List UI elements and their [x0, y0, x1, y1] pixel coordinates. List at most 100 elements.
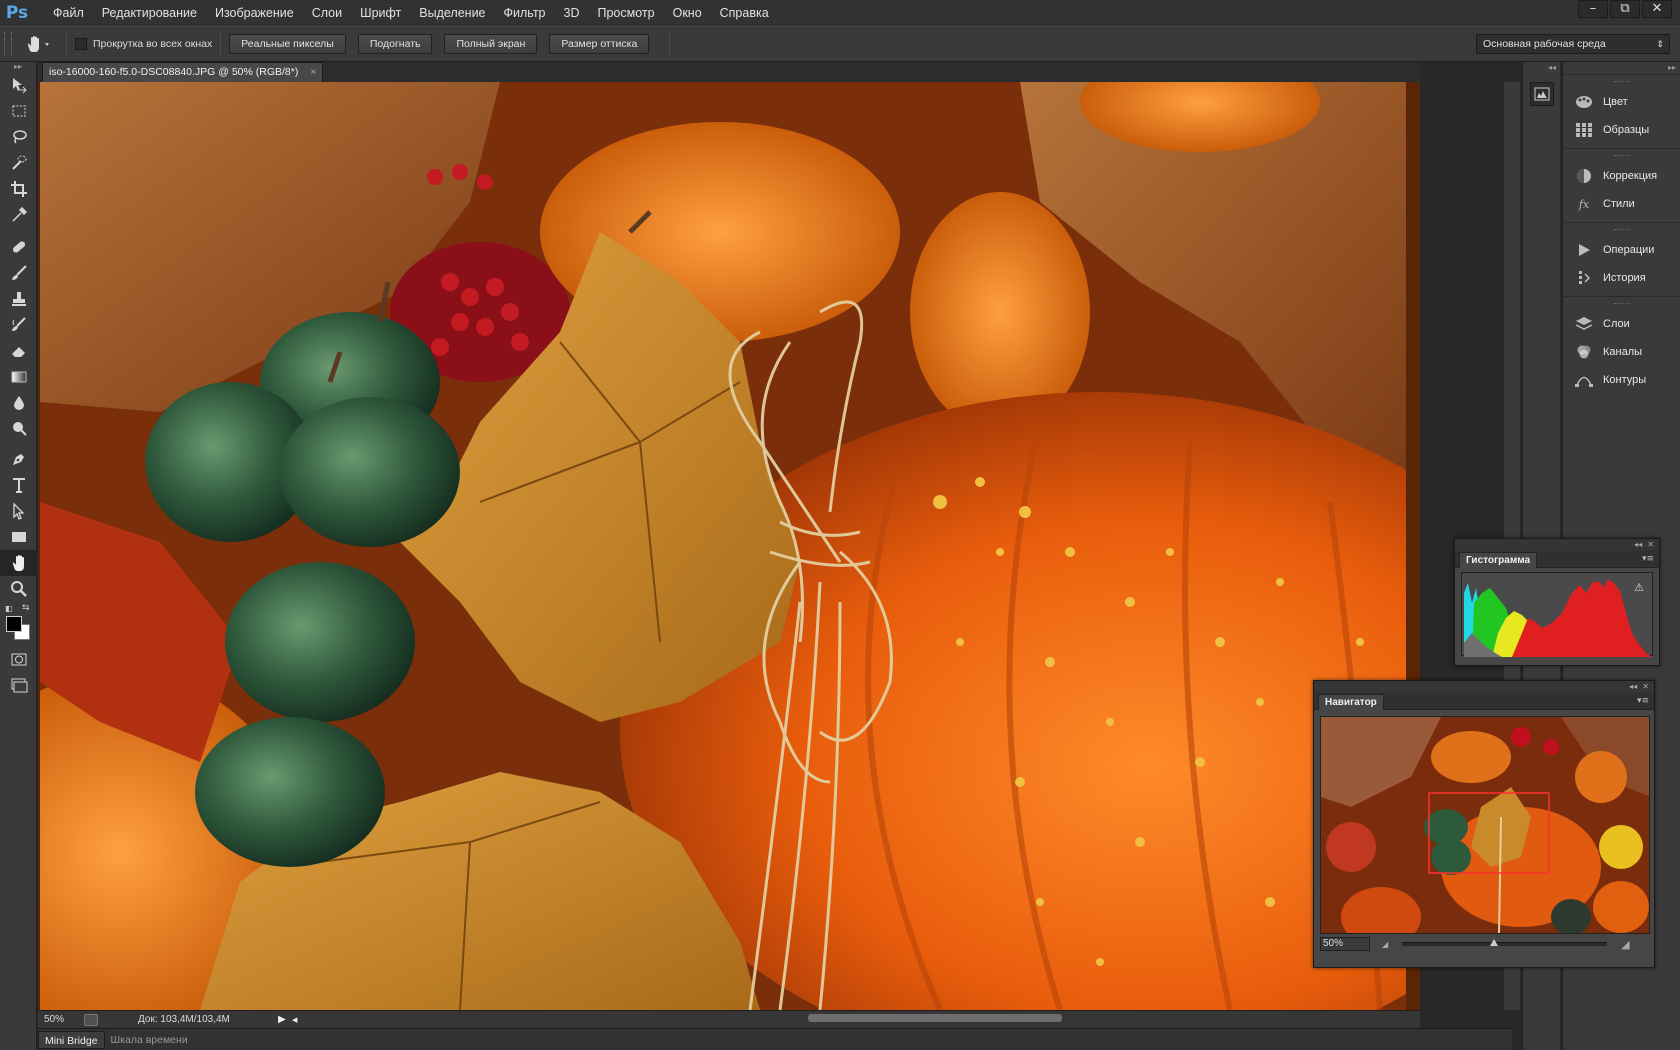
hand-tool[interactable] [0, 550, 37, 576]
navigator-zoom-field[interactable]: 50% [1320, 937, 1370, 951]
status-zoom[interactable]: 50% [38, 1014, 84, 1025]
panel-item-color[interactable]: Цвет [1563, 88, 1680, 116]
zoom-tool[interactable] [0, 576, 37, 602]
zoom-slider-knob[interactable] [1490, 939, 1499, 946]
document-tab[interactable]: iso-16000-160-f5.0-DSC08840.JPG @ 50% (R… [42, 62, 324, 82]
eyedropper-tool[interactable] [0, 202, 37, 228]
brush-tool[interactable] [0, 260, 37, 286]
move-tool[interactable] [0, 72, 37, 98]
print-size-button[interactable]: Размер оттиска [549, 34, 650, 54]
actual-pixels-button[interactable]: Реальные пикселы [229, 34, 346, 54]
menu-layers[interactable]: Слои [303, 0, 351, 26]
screen-mode-button[interactable] [0, 672, 37, 698]
panel-menu-icon[interactable]: ▾≡ [1637, 696, 1649, 706]
panel-item-layers[interactable]: Слои [1563, 310, 1680, 338]
panel-item-swatches[interactable]: Образцы [1563, 116, 1680, 144]
rectangle-tool[interactable] [0, 524, 37, 550]
panel-item-styles[interactable]: fx Стили [1563, 190, 1680, 218]
menu-3d[interactable]: 3D [555, 0, 589, 26]
panel-item-adjustments[interactable]: Коррекция [1563, 162, 1680, 190]
menu-file[interactable]: Файл [44, 0, 93, 26]
foreground-color-swatch[interactable] [6, 616, 22, 632]
collapse-arrows-icon[interactable]: ◂◂ [1523, 62, 1560, 74]
eraser-tool[interactable] [0, 338, 37, 364]
panel-group-actions: Операции История [1563, 222, 1680, 296]
menu-select[interactable]: Выделение [410, 0, 494, 26]
menu-window[interactable]: Окно [664, 0, 711, 26]
histogram-tab[interactable]: Гистограмма [1459, 552, 1538, 568]
tab-mini-bridge[interactable]: Mini Bridge [38, 1030, 105, 1049]
panel-menu-icon[interactable]: ▾≡ [1642, 554, 1654, 564]
quick-mask-button[interactable] [0, 646, 37, 672]
panel-group-grip[interactable] [1613, 229, 1630, 232]
panel-titlebar[interactable]: ◂◂ ✕ [1314, 681, 1654, 693]
options-bar-grip[interactable] [4, 32, 12, 56]
horizontal-scrollbar[interactable] [808, 1014, 1062, 1022]
histogram-strip-button[interactable] [1529, 82, 1554, 106]
brush-icon [11, 265, 27, 280]
panel-tab-row: Гистограмма ▾≡ [1455, 551, 1659, 568]
swap-colors-icon[interactable]: ⇆ [22, 603, 30, 613]
history-brush-tool[interactable] [0, 312, 37, 338]
gradient-tool[interactable] [0, 364, 37, 390]
navigator-zoom-slider[interactable] [1402, 939, 1608, 946]
zoom-out-icon[interactable]: ◢ [1382, 940, 1388, 949]
tab-timeline[interactable]: Шкала времени [105, 1031, 194, 1049]
close-button[interactable]: ✕ [1642, 0, 1672, 18]
panel-label: Стили [1603, 198, 1635, 210]
healing-brush-tool[interactable] [0, 234, 37, 260]
panel-item-actions[interactable]: Операции [1563, 236, 1680, 264]
panel-titlebar[interactable]: ◂◂ ✕ [1455, 539, 1659, 551]
adjustment-circle-icon [1575, 167, 1593, 185]
fill-screen-button[interactable]: Полный экран [444, 34, 538, 54]
marquee-tool[interactable] [0, 98, 37, 124]
scroll-all-windows-checkbox[interactable]: Прокрутка во всех окнах [75, 38, 212, 50]
tool-preset-picker[interactable] [18, 32, 58, 56]
menu-view[interactable]: Просмотр [589, 0, 664, 26]
panel-label: Операции [1603, 244, 1655, 256]
clone-stamp-tool[interactable] [0, 286, 37, 312]
panel-label: Образцы [1603, 124, 1650, 136]
tools-panel: ▸▸ ◧ ⇆ [0, 62, 37, 1050]
status-menu-arrow-icon[interactable]: ▶ [278, 1014, 292, 1025]
navigator-tab[interactable]: Навигатор [1318, 694, 1384, 710]
type-tool[interactable] [0, 472, 37, 498]
workspace-select[interactable]: Основная рабочая среда ⇕ [1476, 34, 1670, 54]
status-bar: 50% Док: 103,4M/103,4M ▶ ◀ [38, 1010, 1420, 1028]
document-canvas[interactable] [38, 82, 1420, 1010]
panel-group-grip[interactable] [1613, 155, 1630, 158]
dodge-tool[interactable] [0, 416, 37, 442]
menu-filter[interactable]: Фильтр [495, 0, 555, 26]
menu-edit[interactable]: Редактирование [93, 0, 206, 26]
rectangle-icon [11, 532, 26, 542]
blur-tool[interactable] [0, 390, 37, 416]
photoshop-logo: Ps [5, 3, 29, 23]
collapse-arrows-icon[interactable]: ▸▸ [0, 62, 36, 72]
path-selection-tool[interactable] [0, 498, 37, 524]
zoom-in-icon[interactable]: ◢ [1621, 938, 1629, 951]
quick-selection-tool[interactable] [0, 150, 37, 176]
minimize-button[interactable]: – [1578, 0, 1608, 18]
pen-tool[interactable] [0, 446, 37, 472]
panel-group-grip[interactable] [1613, 81, 1630, 84]
default-colors-icon[interactable]: ◧ [5, 604, 13, 613]
panel-item-history[interactable]: История [1563, 264, 1680, 292]
fit-screen-button[interactable]: Подогнать [357, 34, 433, 54]
navigator-thumbnail[interactable] [1320, 716, 1650, 934]
scroll-left-arrow-icon[interactable]: ◀ [292, 1016, 306, 1024]
close-tab-icon[interactable]: × [310, 63, 316, 82]
navigator-preview-image [1321, 717, 1649, 933]
crop-tool[interactable] [0, 176, 37, 202]
warning-icon[interactable]: ⚠ [1634, 581, 1644, 594]
menu-help[interactable]: Справка [711, 0, 778, 26]
checkbox-box[interactable] [75, 38, 87, 50]
menu-image[interactable]: Изображение [206, 0, 303, 26]
restore-button[interactable]: ⧉ [1610, 0, 1640, 18]
panel-item-channels[interactable]: Каналы [1563, 338, 1680, 366]
menu-type[interactable]: Шрифт [351, 0, 410, 26]
panel-item-paths[interactable]: Контуры [1563, 366, 1680, 394]
panel-group-grip[interactable] [1613, 303, 1630, 306]
lasso-tool[interactable] [0, 124, 37, 150]
collapse-arrows-icon[interactable]: ▸▸ [1563, 62, 1680, 74]
doc-info-icon[interactable] [84, 1013, 98, 1026]
